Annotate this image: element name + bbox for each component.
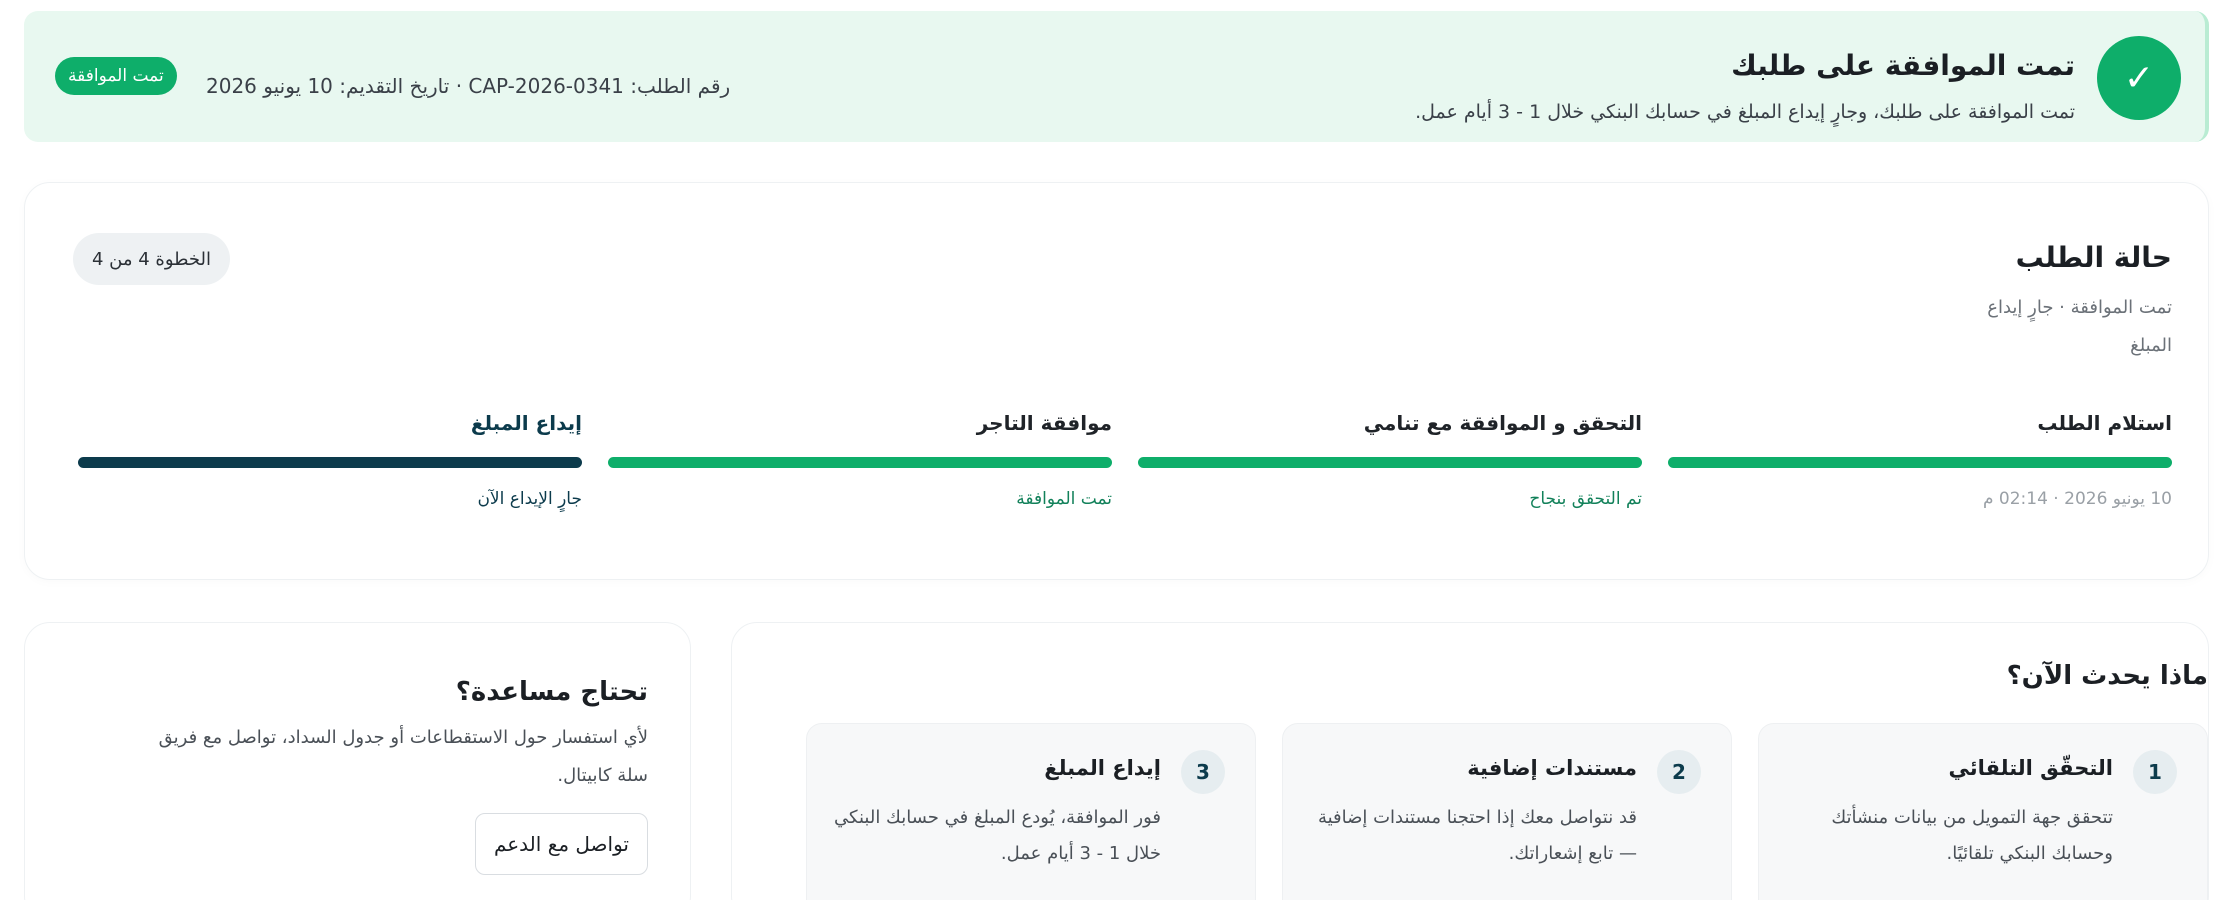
info-body: فور الموافقة، يُودع المبلغ في حسابك البن… [834,807,1161,864]
step-bar-current [78,457,582,468]
whats-next-title: ماذا يحدث الآن؟ [2006,661,2208,691]
step-number: 2 [1657,750,1701,794]
help-card: تحتاج مساعدة؟ لأي استفسار حول الاستقطاعا… [24,622,691,900]
step-note: تمت الموافقة [1016,489,1112,509]
info-box-1: 1 التحقّق التلقائي تتحقق جهة التمويل من … [1758,723,2208,900]
status-subtitle: تمت الموافقة · جارٍ إيداع المبلغ [1987,297,2172,356]
step-bar [608,457,1112,468]
request-status-card: حالة الطلب تمت الموافقة · جارٍ إيداع الم… [24,182,2209,580]
info-body: قد نتواصل معك إذا احتجنا مستندات إضافية … [1317,807,1637,864]
banner-subtitle: تمت الموافقة على طلبك، وجارٍ إيداع المبل… [1415,101,2075,123]
step-note: تم التحقق بنجاح [1529,489,1642,509]
info-title: مستندات إضافية [1467,756,1637,780]
check-icon: ✓ [2097,36,2181,120]
help-title: تحتاج مساعدة؟ [455,677,648,707]
info-box-3: 3 إيداع المبلغ فور الموافقة، يُودع المبل… [806,723,1256,900]
step-bar [1138,457,1642,468]
step-number: 3 [1181,750,1225,794]
step-label: إيداع المبلغ [470,411,582,435]
help-body: لأي استفسار حول الاستقطاعات أو جدول السد… [158,727,648,786]
info-box-2: 2 مستندات إضافية قد نتواصل معك إذا احتجن… [1282,723,1732,900]
info-body: تتحقق جهة التمويل من بيانات منشأتك وحساب… [1831,807,2113,864]
step-label: استلام الطلب [2037,411,2172,435]
step-label: التحقق و الموافقة مع تنامي [1363,411,1642,435]
banner-title: تمت الموافقة على طلبك [1731,49,2075,82]
whats-next-card: ماذا يحدث الآن؟ 1 التحقّق التلقائي تتحقق… [731,622,2209,900]
step-note: جارٍ الإيداع الآن [477,489,582,509]
step-bar [1668,457,2172,468]
step-label: موافقة التاجر [976,411,1112,435]
step-note: 10 يونيو 2026 · 02:14 م [1982,489,2172,509]
approval-banner: ✓ تمت الموافقة على طلبك تمت الموافقة على… [24,11,2209,142]
status-title: حالة الطلب [2015,241,2172,274]
info-title: إيداع المبلغ [1044,756,1161,780]
info-title: التحقّق التلقائي [1948,756,2113,780]
request-meta: رقم الطلب: CAP-2026-0341 · تاريخ التقديم… [206,74,731,98]
contact-support-button[interactable]: تواصل مع الدعم [474,813,648,875]
step-counter-pill: الخطوة 4 من 4 [73,233,231,285]
step-number: 1 [2133,750,2177,794]
status-badge: تمت الموافقة [55,57,177,95]
